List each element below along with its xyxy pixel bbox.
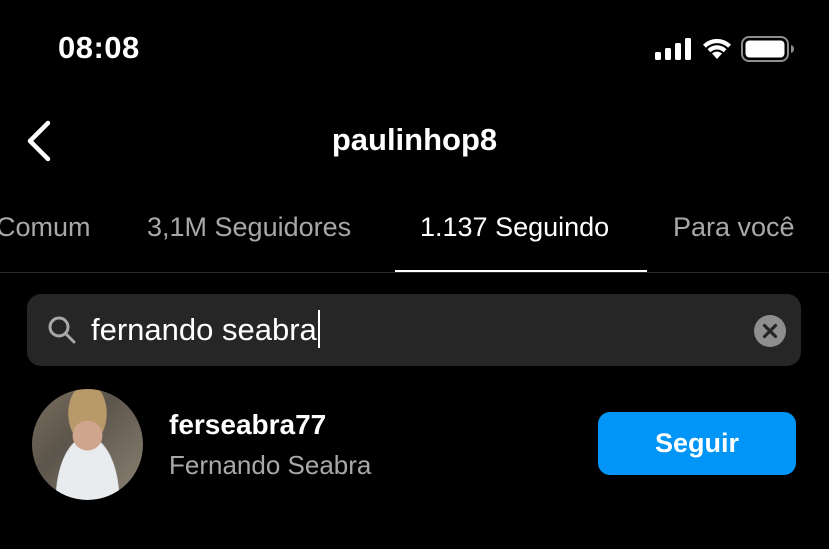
search-icon [47,315,77,350]
search-input[interactable]: fernando seabra [91,309,320,350]
tab-comum[interactable]: Comum [0,212,91,243]
tab-para-voce[interactable]: Para você [673,212,795,243]
result-username: ferseabra77 [169,409,327,440]
status-icons [655,36,795,62]
active-tab-indicator [395,270,647,272]
search-input-value: fernando seabra [91,312,317,347]
avatar[interactable] [32,389,143,500]
clear-icon[interactable] [753,314,787,353]
page-title: paulinhop8 [331,122,498,157]
status-time: 08:08 [58,30,140,65]
tab-seguindo[interactable]: 1.137 Seguindo [420,212,609,243]
search-bar[interactable]: fernando seabra [27,294,801,366]
battery-icon [741,36,795,62]
result-full-name: Fernando Seabra [169,450,372,480]
profile-tabs: Comum 3,1M Seguidores 1.137 Seguindo Par… [0,206,829,273]
list-item[interactable]: ferseabra77 Fernando Seabra Seguir [0,385,829,505]
tab-seguidores[interactable]: 3,1M Seguidores [147,212,351,243]
follow-button[interactable]: Seguir [598,412,796,475]
signal-icon [655,38,693,60]
wifi-icon [702,38,732,60]
text-caret [317,309,320,348]
